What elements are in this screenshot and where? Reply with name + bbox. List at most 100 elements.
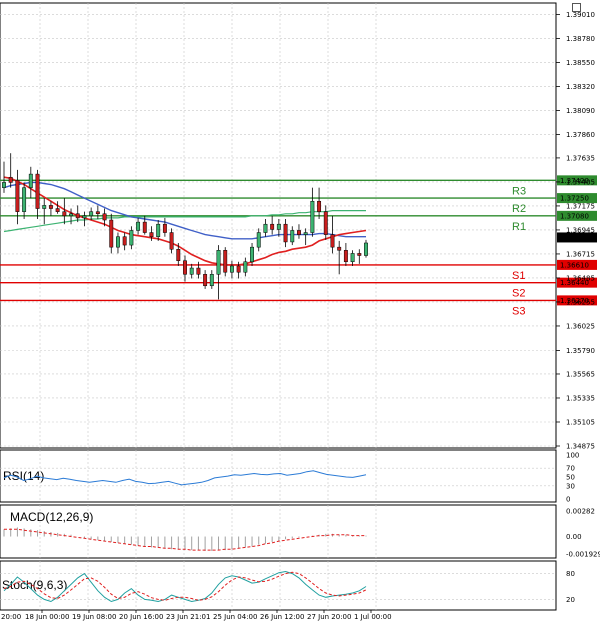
stoch-tick-label: 80 bbox=[566, 570, 575, 578]
candle-body bbox=[350, 253, 355, 263]
candle-body bbox=[95, 211, 100, 215]
price-tick-label: 1.35105 bbox=[566, 418, 595, 426]
rsi-panel-frame bbox=[0, 449, 557, 503]
price-tick-label: 1.34875 bbox=[566, 443, 595, 451]
price-tick-label: 1.38550 bbox=[566, 59, 595, 67]
level-name-s2: S2 bbox=[512, 288, 525, 300]
candle-body bbox=[129, 230, 134, 246]
rsi-tick-label: 30 bbox=[566, 482, 575, 490]
candle-body bbox=[142, 221, 147, 233]
candle-body bbox=[343, 250, 348, 263]
price-tick-label: 1.36715 bbox=[566, 250, 595, 258]
candle-body bbox=[283, 223, 288, 243]
x-tick-label: 27 Jun 20:00 bbox=[307, 613, 351, 621]
candle-body bbox=[337, 246, 342, 251]
candle-body bbox=[223, 250, 228, 273]
x-tick-label: 1 Jul 00:00 bbox=[354, 613, 392, 621]
price-tick-label: 1.38090 bbox=[566, 107, 595, 115]
candle-body bbox=[89, 211, 94, 217]
candle-body bbox=[69, 213, 73, 217]
candle-body bbox=[102, 213, 107, 221]
candle-body bbox=[189, 267, 194, 275]
candle-body bbox=[62, 211, 67, 217]
candle-body bbox=[183, 260, 187, 275]
candle-body bbox=[290, 230, 295, 243]
candle-body bbox=[317, 200, 322, 212]
candle-body bbox=[122, 236, 127, 246]
level-price-label: 1.37250 bbox=[560, 195, 589, 203]
candle-body bbox=[109, 219, 114, 248]
candle-body bbox=[136, 221, 141, 231]
candle-body bbox=[42, 205, 47, 209]
candle-body bbox=[15, 180, 20, 212]
candle-body bbox=[162, 223, 167, 233]
candle-body bbox=[250, 246, 254, 263]
x-tick-label: 23 Jun 21:01 bbox=[166, 613, 210, 621]
candle-body bbox=[203, 274, 208, 287]
candle-body bbox=[263, 223, 268, 233]
price-tick-label: 1.38320 bbox=[566, 83, 595, 91]
price-tick-label: 1.35335 bbox=[566, 394, 595, 402]
price-tick-label: 1.36485 bbox=[566, 274, 595, 282]
x-tick-label: 19 Jun 08:00 bbox=[72, 613, 116, 621]
x-tick-label-partial: 20:00 bbox=[1, 613, 21, 621]
candle-body bbox=[8, 176, 13, 183]
trading-chart: R3 1.37420 R2 1.37250 R1 1.37080 S1 1.36610 S2 1.… bbox=[0, 0, 600, 623]
macd-tick-label: -0.001929 bbox=[566, 551, 600, 559]
candle-body bbox=[156, 223, 161, 237]
level-name-r1: R1 bbox=[512, 221, 526, 233]
stoch-tick-label: 20 bbox=[566, 596, 575, 604]
level-price-label: 1.36610 bbox=[560, 261, 589, 269]
price-tick-label: 1.35790 bbox=[566, 347, 595, 355]
level-name-s1: S1 bbox=[512, 270, 525, 282]
price-tick-label: 1.36255 bbox=[566, 298, 595, 306]
price-tick-label: 1.37860 bbox=[566, 131, 595, 139]
macd-tick-label: 0.00282 bbox=[566, 508, 595, 516]
candle-body bbox=[169, 232, 174, 250]
x-tick-label: 26 Jun 12:00 bbox=[260, 613, 304, 621]
candle-body bbox=[276, 223, 281, 230]
candle-body bbox=[229, 265, 234, 273]
candle-body bbox=[236, 265, 241, 273]
rsi-tick-label: 70 bbox=[566, 465, 575, 473]
candle-body bbox=[323, 211, 328, 235]
candle-body bbox=[196, 267, 201, 275]
candle-body bbox=[75, 213, 80, 219]
candle-body bbox=[82, 215, 87, 219]
chart-svg: R31.37420R21.37250R11.37080S11.36610S21.… bbox=[0, 2, 600, 621]
candle-body bbox=[28, 173, 33, 188]
rsi-tick-label: 50 bbox=[566, 474, 575, 482]
candle-body bbox=[216, 250, 221, 275]
price-tick-label: 1.39010 bbox=[566, 11, 595, 19]
price-tick-label: 1.37175 bbox=[566, 202, 595, 210]
candle-body bbox=[357, 253, 362, 256]
current-price-label: 1.36873 bbox=[560, 234, 589, 242]
price-tick-label: 1.35565 bbox=[566, 370, 595, 378]
candle-body bbox=[209, 274, 214, 287]
candle-body bbox=[303, 232, 308, 235]
candle-body bbox=[243, 261, 248, 273]
price-tick-label: 1.37635 bbox=[566, 154, 595, 162]
candle-body bbox=[2, 182, 6, 188]
candle-body bbox=[176, 248, 181, 261]
level-price-label: 1.37080 bbox=[560, 212, 589, 220]
rsi-tick-label: 100 bbox=[566, 452, 579, 460]
candle-body bbox=[270, 223, 275, 230]
rsi-tick-label: 0 bbox=[566, 496, 570, 504]
price-tick-label: 1.37405 bbox=[566, 178, 595, 186]
candle-body bbox=[310, 200, 315, 233]
level-name-r3: R3 bbox=[512, 185, 526, 197]
x-tick-label: 18 Jun 00:00 bbox=[25, 613, 69, 621]
candle-body bbox=[55, 208, 60, 212]
candle-body bbox=[35, 173, 40, 209]
candle-body bbox=[116, 236, 120, 248]
candle-body bbox=[256, 232, 261, 248]
macd-tick-label: 0.00 bbox=[566, 533, 582, 541]
candle-body bbox=[149, 232, 154, 237]
chart-corner-box bbox=[572, 3, 581, 12]
candle-body bbox=[22, 187, 27, 212]
price-tick-label: 1.38780 bbox=[566, 35, 595, 43]
stoch-title: Stoch(9,6,3) bbox=[2, 578, 67, 592]
level-name-r2: R2 bbox=[512, 203, 526, 215]
macd-title: MACD(12,26,9) bbox=[10, 510, 93, 524]
